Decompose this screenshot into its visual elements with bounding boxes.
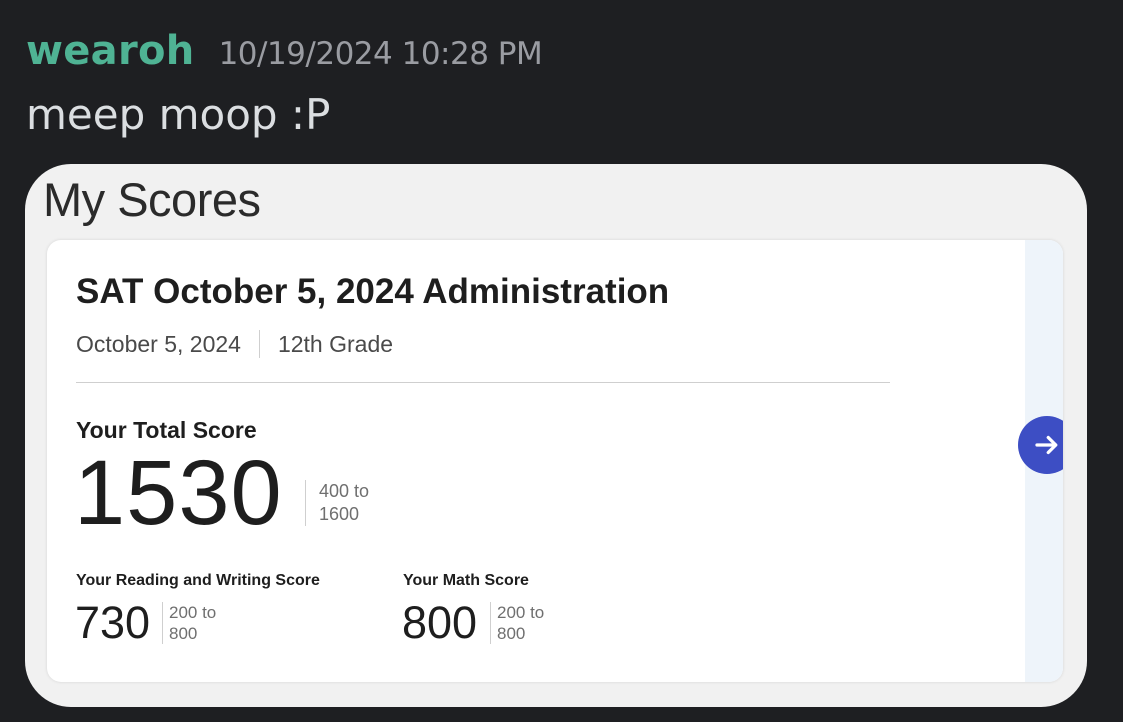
total-score-value: 1530 [74,442,283,544]
reading-writing-range-max: 800 [169,624,198,643]
test-grade: 12th Grade [277,330,394,357]
total-score-label: Your Total Score [76,417,257,443]
math-range: 200 to 800 [490,602,544,644]
message-text: meep moop :P [26,90,331,139]
total-score-range: 400 to 1600 [305,480,369,526]
score-card[interactable]: SAT October 5, 2024 Administration Octob… [47,240,1063,682]
test-date: October 5, 2024 [76,330,241,357]
math-label: Your Math Score [403,572,529,589]
reading-writing-score: 730 [75,597,151,648]
my-scores-heading: My Scores [43,173,261,226]
reading-writing-label: Your Reading and Writing Score [76,572,320,589]
math-range-max: 800 [497,624,526,643]
meta-divider [258,330,260,358]
card-divider [76,382,890,383]
reading-writing-range-min: 200 to [169,603,217,622]
math-range-min: 200 to [497,603,545,622]
arrow-right-icon [1035,435,1058,455]
math-score: 800 [402,597,478,648]
message-timestamp: 10/19/2024 10:28 PM [218,36,543,72]
total-range-max: 1600 [319,504,360,524]
administration-title: SAT October 5, 2024 Administration [76,272,670,311]
username[interactable]: wearoh [26,28,195,74]
message-header: wearoh 10/19/2024 10:28 PM [26,28,543,74]
image-attachment[interactable]: My Scores SAT October 5, 2024 Administra… [25,164,1087,707]
total-range-min: 400 to [319,481,370,501]
test-meta: October 5, 2024 12th Grade [76,330,393,358]
reading-writing-range: 200 to 800 [162,602,216,644]
